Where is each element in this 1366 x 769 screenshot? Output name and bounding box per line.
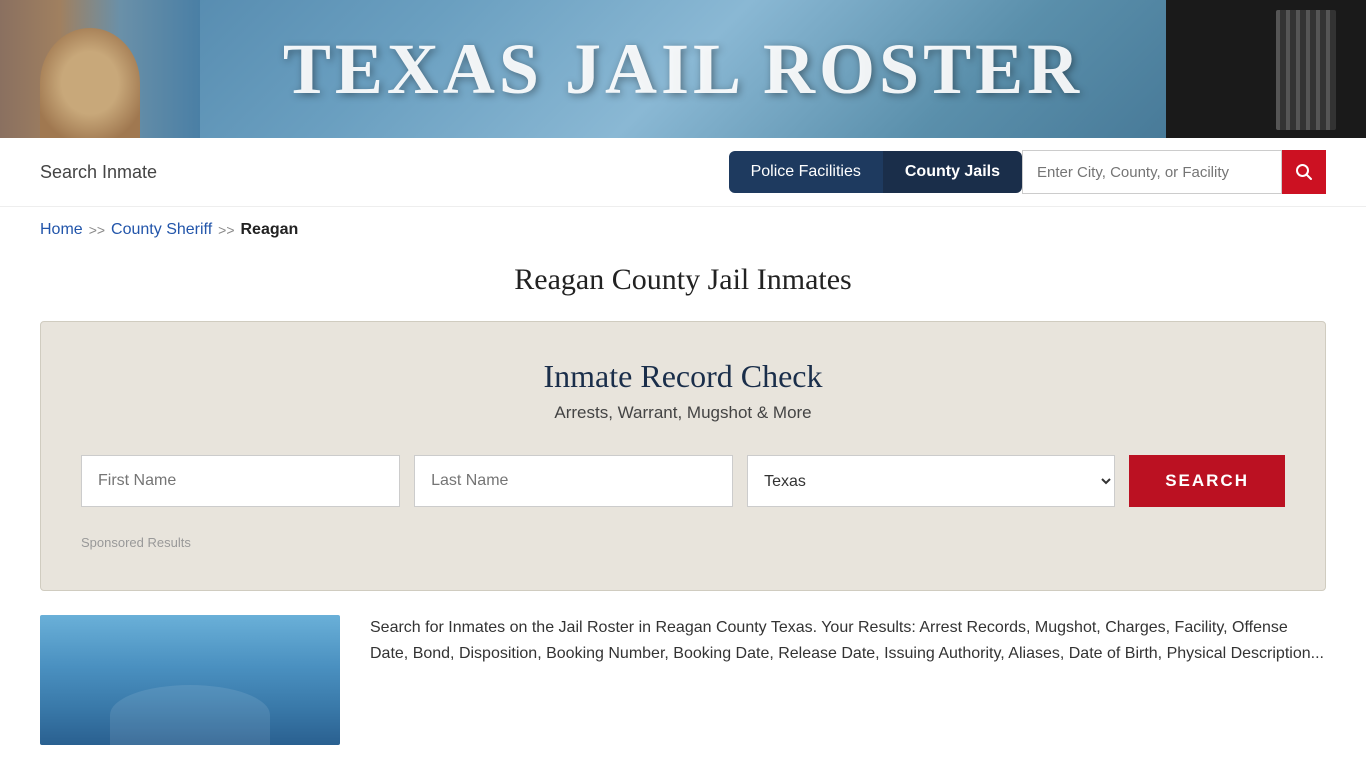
breadcrumb-sep-1: >> xyxy=(89,222,105,238)
police-facilities-button[interactable]: Police Facilities xyxy=(729,151,883,193)
breadcrumb-county-sheriff[interactable]: County Sheriff xyxy=(111,221,212,239)
page-title: Reagan County Jail Inmates xyxy=(0,263,1366,297)
breadcrumb-home[interactable]: Home xyxy=(40,221,83,239)
first-name-input[interactable] xyxy=(81,455,400,507)
sponsored-label: Sponsored Results xyxy=(81,535,1285,550)
header-right-image xyxy=(1166,0,1366,138)
site-title: Texas Jail Roster xyxy=(283,28,1083,111)
facility-search-input[interactable] xyxy=(1022,150,1282,194)
header-banner: Texas Jail Roster xyxy=(0,0,1366,138)
bottom-description: Search for Inmates on the Jail Roster in… xyxy=(370,615,1326,666)
record-check-box: Inmate Record Check Arrests, Warrant, Mu… xyxy=(40,321,1326,591)
breadcrumb-sep-2: >> xyxy=(218,222,234,238)
search-icon xyxy=(1295,163,1313,181)
search-inmate-label: Search Inmate xyxy=(40,162,157,183)
county-jails-button[interactable]: County Jails xyxy=(883,151,1022,193)
breadcrumb-current: Reagan xyxy=(241,221,299,239)
bottom-image xyxy=(40,615,340,745)
nav-right: Police Facilities County Jails xyxy=(729,150,1326,194)
record-check-form: AlabamaAlaskaArizonaArkansasCaliforniaCo… xyxy=(81,455,1285,507)
state-select[interactable]: AlabamaAlaskaArizonaArkansasCaliforniaCo… xyxy=(747,455,1115,507)
record-check-subtitle: Arrests, Warrant, Mugshot & More xyxy=(81,403,1285,423)
bottom-section: Search for Inmates on the Jail Roster in… xyxy=(0,591,1366,769)
facility-search-button[interactable] xyxy=(1282,150,1326,194)
record-search-button[interactable]: SEARCH xyxy=(1129,455,1285,507)
last-name-input[interactable] xyxy=(414,455,733,507)
breadcrumb: Home >> County Sheriff >> Reagan xyxy=(0,207,1366,253)
record-check-title: Inmate Record Check xyxy=(81,358,1285,395)
header-left-image xyxy=(0,0,200,138)
nav-bar: Search Inmate Police Facilities County J… xyxy=(0,138,1366,207)
